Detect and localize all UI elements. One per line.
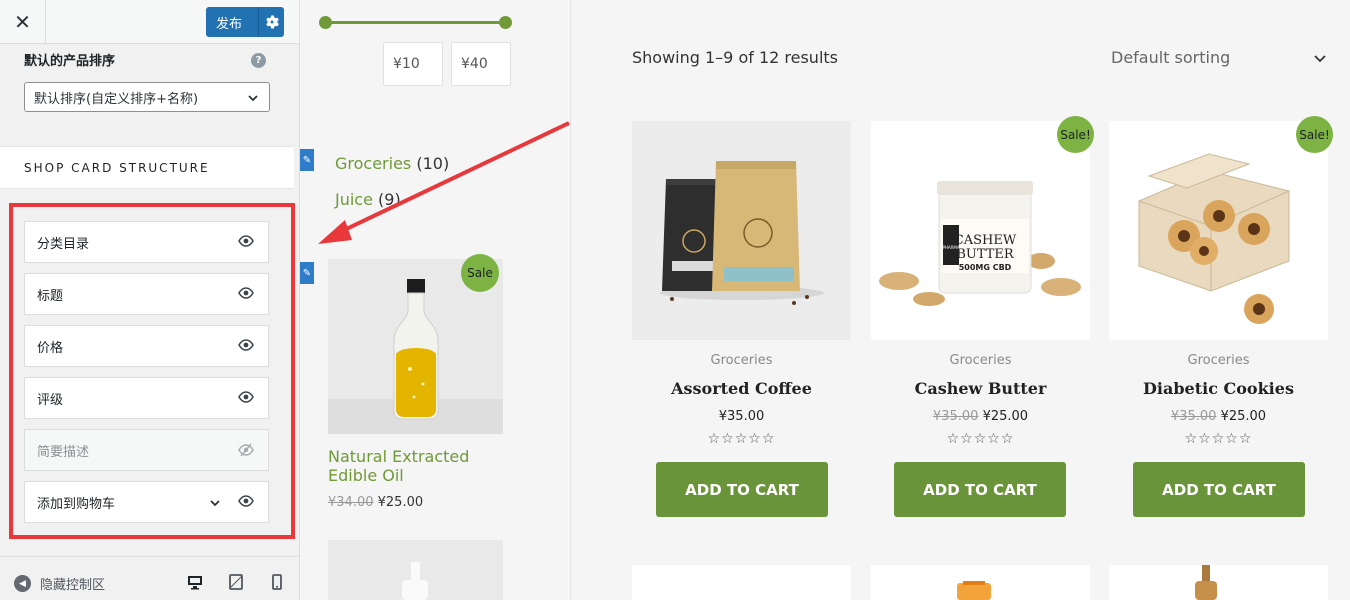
chevron-down-icon [1314,55,1326,63]
collapse-icon: ◀ [14,575,31,592]
highlight-box [9,203,295,539]
product-image-row2-3[interactable] [1109,565,1328,600]
product-category[interactable]: Groceries [632,353,851,368]
publish-button[interactable]: 发布 [206,13,258,32]
hide-controls-button[interactable]: ◀ 隐藏控制区 [14,574,105,593]
sorting-select[interactable]: Default sorting [1111,48,1327,67]
close-icon: ✕ [14,10,31,34]
jar-top-image [957,581,991,600]
coffee-bags-image [632,121,851,340]
product-category[interactable]: Groceries [1109,353,1328,368]
product-price: ¥34.00 ¥25.00 [328,495,423,510]
category-link-groceries[interactable]: Groceries (10) [335,154,449,173]
add-to-cart-button[interactable]: ADD TO CART [1133,462,1305,517]
jar-brand: PHARMA [942,245,959,250]
help-icon[interactable]: ? [251,53,266,68]
chevron-down-icon [248,95,258,102]
category-count: (9) [378,190,401,209]
category-name: Groceries [335,154,412,173]
product-category[interactable]: Groceries [871,353,1090,368]
star-rating: ☆☆☆☆☆ [707,431,776,447]
close-button[interactable]: ✕ [0,0,46,44]
old-price: ¥34.00 [328,495,374,510]
old-price: ¥35.00 [1170,409,1217,424]
publish-button-group: 发布 [206,7,284,37]
sort-select[interactable]: 默认排序(自定义排序+名称) [24,82,270,112]
cookie-box-image [1109,121,1328,340]
product-price: ¥35.00 [632,409,851,424]
pump-bottle-image [328,540,503,600]
product-image-cashew-butter[interactable]: CASHEW BUTTER 500MG CBD PHARMA [871,121,1090,340]
product-title[interactable]: Diabetic Cookies [1109,379,1328,398]
shop-card-structure-heading: SHOP CARD STRUCTURE [0,146,294,189]
desktop-icon[interactable] [187,574,203,590]
product-title[interactable]: Cashew Butter [871,379,1090,398]
sale-badge: Sale! [1296,116,1333,153]
category-link-juice[interactable]: Juice (9) [335,190,401,209]
add-to-cart-button[interactable]: ADD TO CART [656,462,828,517]
sidebar-header: ✕ 发布 [0,0,299,44]
publish-settings-button[interactable] [259,15,284,29]
cashew-jar-image: CASHEW BUTTER 500MG CBD PHARMA [871,121,1090,340]
price-max-input[interactable]: ¥40 [451,42,511,86]
edit-shortcut-icon[interactable]: ✎ [300,262,314,284]
mobile-icon[interactable] [272,574,282,590]
product-image-next[interactable] [328,540,503,600]
product-image-assorted-coffee[interactable] [632,121,851,340]
jar-label-line3: 500MG CBD [959,263,1012,272]
tablet-icon[interactable] [229,574,243,590]
sale-price: ¥25.00 [1220,409,1267,424]
sale-price: ¥25.00 [982,409,1029,424]
product-price: ¥35.00 ¥25.00 [871,409,1090,424]
sort-label: 默认的产品排序 [24,54,116,69]
category-count: (10) [416,154,450,173]
price-min-input[interactable]: ¥10 [383,42,443,86]
customizer-screen: ✕ 发布 默认的产品排序 ? 默认排序(自定义排序+名称) SHOP CARD … [0,0,1350,600]
star-rating: ☆☆☆☆☆ [1184,431,1253,447]
jar-label-line2: BUTTER [956,247,1015,262]
honey-dipper-image [1195,565,1217,600]
old-price: ¥35.00 [932,409,979,424]
customizer-sidebar: ✕ 发布 默认的产品排序 ? 默认排序(自定义排序+名称) SHOP CARD … [0,0,300,600]
product-title[interactable]: Assorted Coffee [632,379,851,398]
price-slider-min-handle[interactable] [319,16,332,29]
price-slider-max-handle[interactable] [499,16,512,29]
sidebar-footer: ◀ 隐藏控制区 [0,556,299,600]
gear-icon [265,15,279,29]
edit-shortcut-icon[interactable]: ✎ [300,149,314,171]
sort-select-value: 默认排序(自定义排序+名称) [34,91,199,107]
star-rating: ☆☆☆☆☆ [946,431,1015,447]
price: ¥35.00 [718,409,765,424]
product-price: ¥35.00 ¥25.00 [1109,409,1328,424]
hide-controls-label: 隐藏控制区 [40,578,106,593]
sale-badge: Sale! [1057,116,1094,153]
add-to-cart-button[interactable]: ADD TO CART [894,462,1066,517]
sorting-value: Default sorting [1111,48,1231,67]
product-image-row2-2[interactable] [871,565,1090,600]
sale-price: ¥25.00 [377,495,424,510]
product-title-link[interactable]: Natural Extracted Edible Oil [328,447,503,485]
product-image-row2-1[interactable] [632,565,851,600]
price-slider-track[interactable] [326,21,506,24]
category-name: Juice [335,190,373,209]
results-count: Showing 1–9 of 12 results [632,48,838,67]
jar-label-line1: CASHEW [954,233,1017,248]
sale-badge: Sale [461,254,499,292]
product-image-diabetic-cookies[interactable] [1109,121,1328,340]
